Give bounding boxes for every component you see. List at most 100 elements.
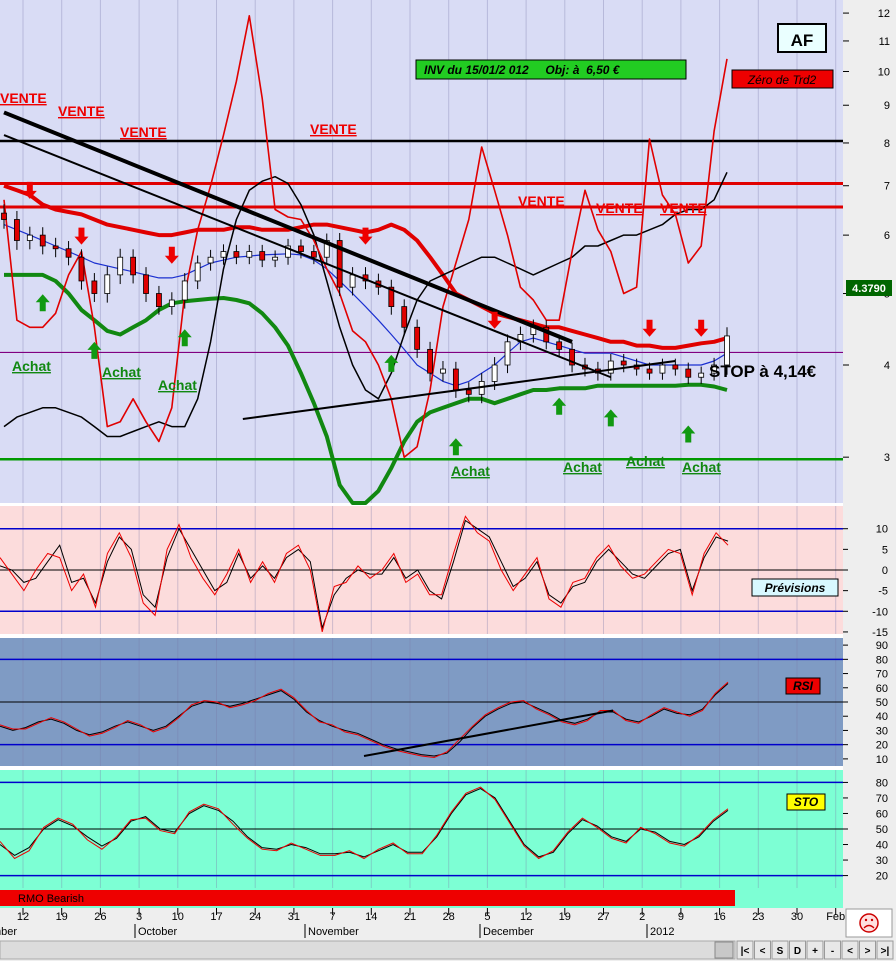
- candle-body: [401, 306, 408, 328]
- osc-tick-label: 40: [876, 711, 888, 723]
- x-tick-label: 17: [210, 911, 222, 923]
- osc-tick-label: 5: [882, 544, 888, 556]
- x-tick-label: 2: [639, 911, 645, 923]
- osc-tick-label: 60: [876, 683, 888, 695]
- osc-tick-label: 50: [876, 824, 888, 836]
- osc-tick-label: 10: [876, 524, 888, 536]
- osc-tick-label: 30: [876, 855, 888, 867]
- x-tick-label: 7: [330, 911, 336, 923]
- vente-label: VENTE: [120, 124, 167, 140]
- x-tick-label: 12: [520, 911, 532, 923]
- toolbar-button-label: |<: [741, 946, 750, 957]
- candle-body: [310, 251, 317, 258]
- x-tick-label: 26: [94, 911, 106, 923]
- candle-body: [39, 234, 46, 247]
- x-tick-label: 30: [791, 911, 803, 923]
- navigation-toolbar: |< < S D + - < > >|: [736, 940, 894, 960]
- candle-body: [646, 368, 653, 374]
- scrollbar[interactable]: [0, 940, 736, 960]
- candle-body: [26, 234, 33, 241]
- month-label: mber: [0, 926, 17, 938]
- x-tick-label: 21: [404, 911, 416, 923]
- x-tick-label: 24: [249, 911, 261, 923]
- rmo-label: RMO Bearish: [18, 893, 84, 905]
- candle-body: [504, 341, 511, 366]
- scrollbar-thumb[interactable]: [714, 941, 734, 959]
- osc-tick-label: 50: [876, 697, 888, 709]
- x-tick-label: 3: [136, 911, 142, 923]
- candle-body: [104, 274, 111, 294]
- price-tick-label: 10: [878, 66, 890, 78]
- achat-label: Achat: [563, 459, 602, 475]
- toolbar-button-label: +: [812, 946, 818, 957]
- x-tick-label: 19: [56, 911, 68, 923]
- candle-body: [698, 372, 705, 378]
- candle-body: [168, 299, 175, 307]
- x-tick-label: 16: [713, 911, 725, 923]
- vente-label: VENTE: [518, 193, 565, 209]
- candle-body: [659, 364, 666, 374]
- vente-label: VENTE: [0, 90, 47, 106]
- candle-body: [246, 251, 253, 258]
- x-tick-label: Feb: [826, 911, 845, 923]
- month-label: November: [308, 926, 359, 938]
- x-tick-label: 27: [597, 911, 609, 923]
- achat-label: Achat: [451, 463, 490, 479]
- candle-body: [259, 251, 266, 261]
- achat-label: Achat: [158, 377, 197, 393]
- x-tick-label: 28: [443, 911, 455, 923]
- candle-body: [78, 256, 85, 282]
- toolbar-button-label: D: [794, 946, 801, 957]
- achat-label: Achat: [626, 453, 665, 469]
- x-tick-label: 23: [752, 911, 764, 923]
- month-label: October: [138, 926, 177, 938]
- toolbar-button-label: <: [847, 946, 853, 957]
- candle-body: [1, 212, 7, 220]
- achat-label: Achat: [102, 364, 141, 380]
- candle-body: [181, 280, 188, 301]
- vente-label: VENTE: [660, 200, 707, 216]
- previsions-label: Prévisions: [765, 581, 826, 595]
- candle-body: [556, 341, 563, 350]
- month-label: December: [483, 926, 534, 938]
- osc-tick-label: 10: [876, 754, 888, 766]
- x-tick-label: 19: [559, 911, 571, 923]
- candle-body: [220, 251, 227, 258]
- chart-canvas: VENTE VENTE VENTE VENTE VENTE VENTE VENTE Achat…: [0, 0, 896, 961]
- candle-body: [91, 280, 98, 294]
- candle-body: [465, 389, 472, 395]
- osc-tick-label: 70: [876, 669, 888, 681]
- osc-tick-label: 0: [882, 565, 888, 577]
- osc-tick-label: 60: [876, 808, 888, 820]
- candle-body: [272, 256, 279, 261]
- candle-body: [130, 256, 137, 276]
- candle-body: [349, 274, 356, 288]
- candle-body: [156, 293, 162, 307]
- osc-tick-label: 20: [876, 740, 888, 752]
- candle-body: [414, 326, 421, 350]
- sto-label: STO: [794, 795, 819, 809]
- x-tick-label: 14: [365, 911, 377, 923]
- osc-tick-label: -15: [872, 627, 888, 639]
- price-tick-label: 6: [884, 230, 890, 242]
- achat-label: Achat: [682, 459, 721, 475]
- osc-tick-label: 70: [876, 793, 888, 805]
- candle-body: [52, 245, 59, 250]
- price-tick-label: 9: [884, 100, 890, 112]
- x-tick-label: 31: [288, 911, 300, 923]
- candle-body: [491, 364, 498, 382]
- osc-tick-label: 20: [876, 871, 888, 883]
- stop-text: STOP à 4,14€: [709, 362, 817, 381]
- price-tick-label: 11: [879, 36, 890, 48]
- candle-body: [620, 360, 627, 366]
- osc-tick-label: 90: [876, 640, 888, 652]
- x-tick-label: 12: [17, 911, 29, 923]
- price-tick-label: 3: [884, 452, 890, 464]
- candle-body: [427, 348, 433, 374]
- achat-label: Achat: [12, 358, 51, 374]
- osc-tick-label: 30: [876, 725, 888, 737]
- osc-tick-label: 40: [876, 840, 888, 852]
- price-tick-label: 4: [884, 360, 890, 372]
- candle-body: [207, 256, 214, 264]
- x-tick-label: 9: [678, 911, 684, 923]
